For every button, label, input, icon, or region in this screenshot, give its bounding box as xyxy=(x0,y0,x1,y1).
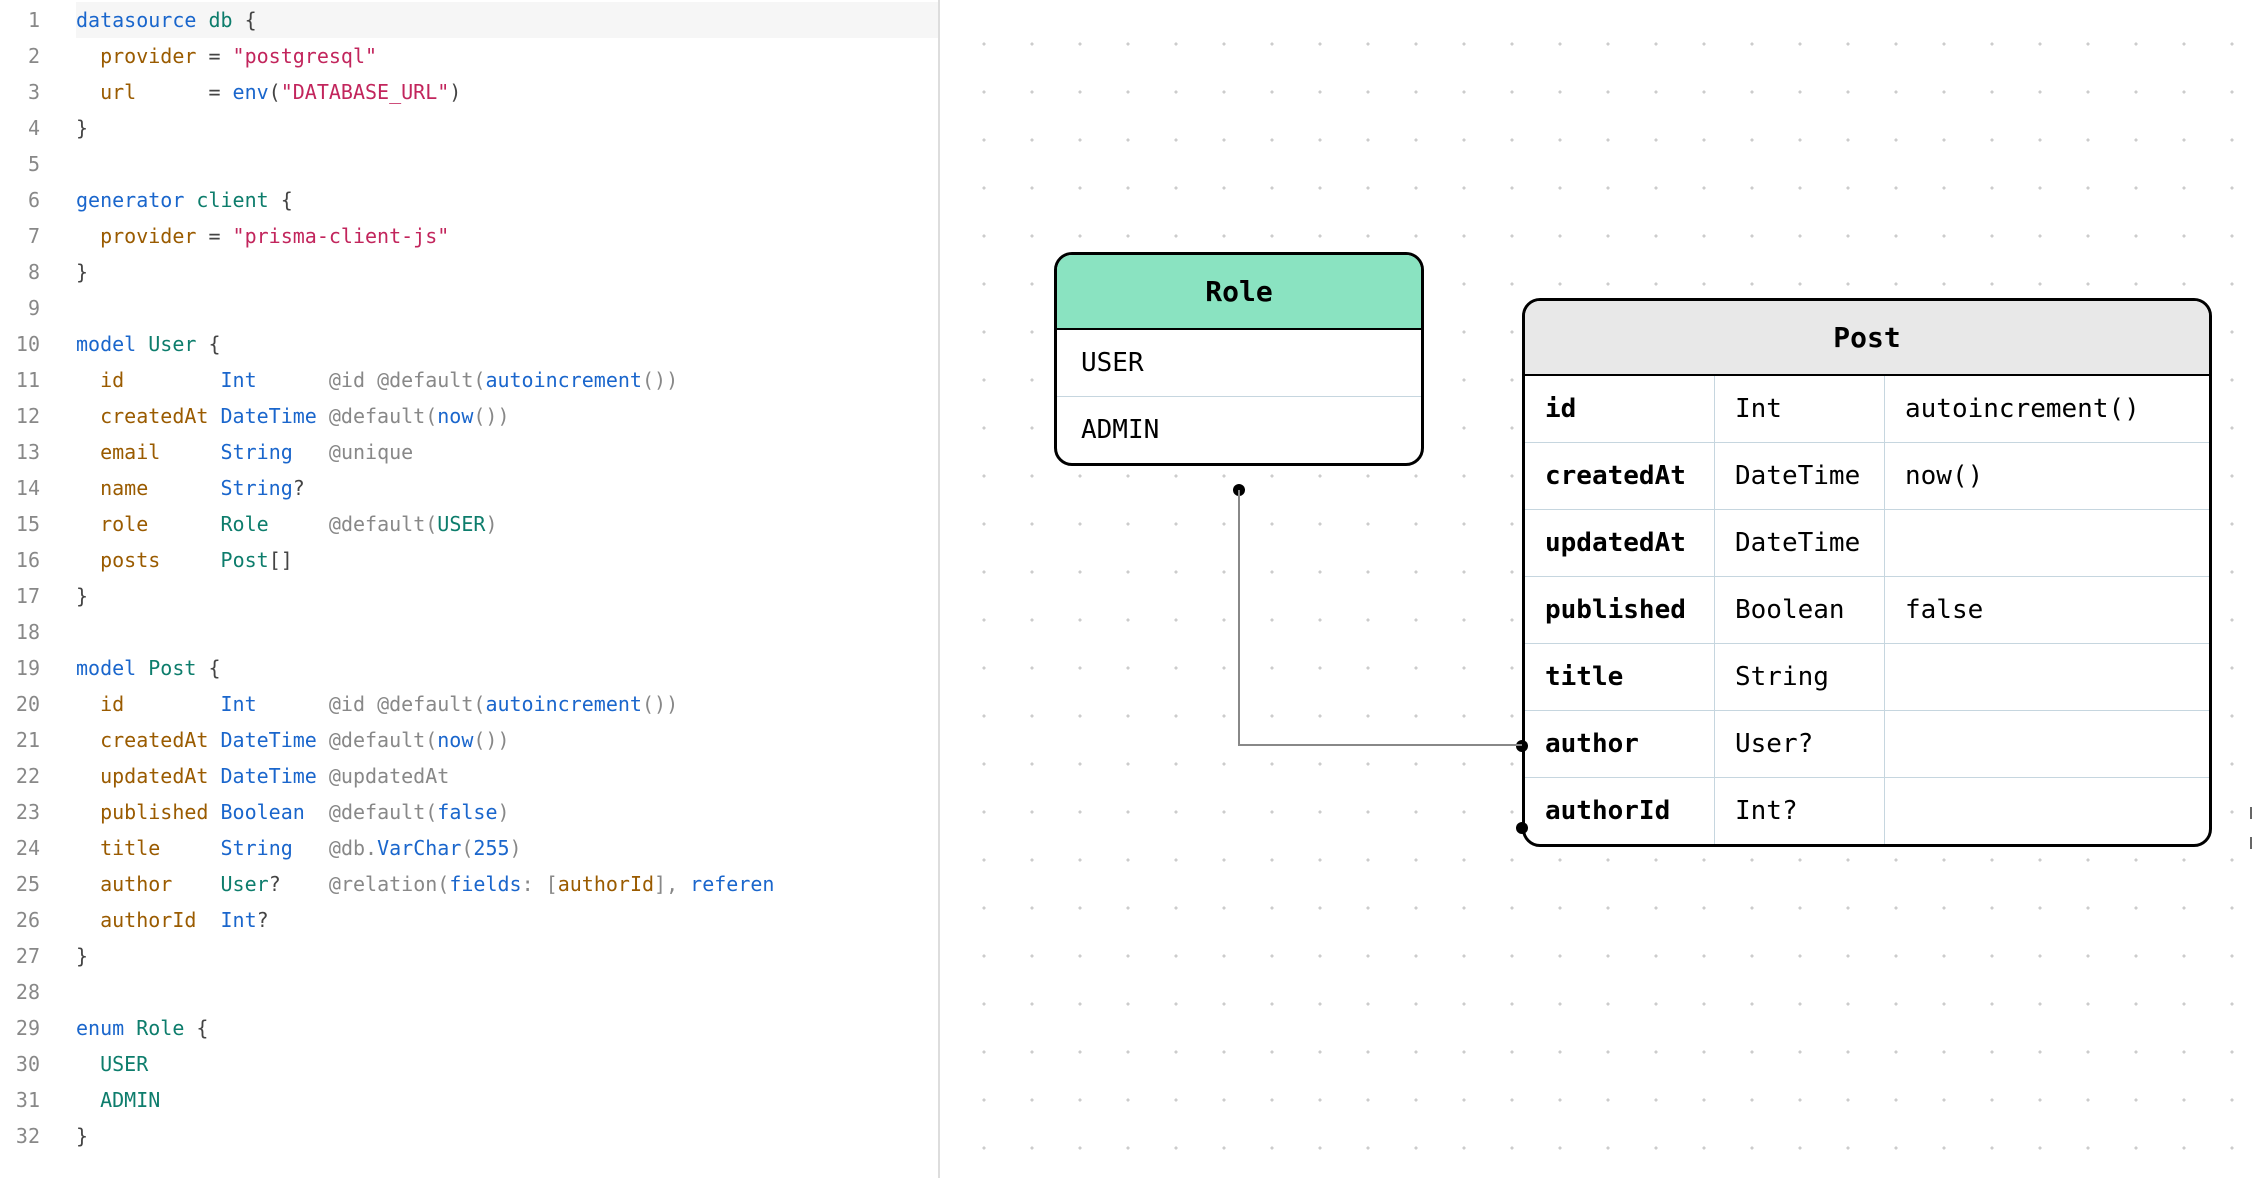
field-row: authorUser? xyxy=(1525,711,2209,778)
code-line[interactable]: ADMIN xyxy=(76,1082,938,1118)
field-row: authorIdInt? xyxy=(1525,778,2209,844)
field-name: author xyxy=(1525,711,1715,777)
field-default xyxy=(1885,778,2209,844)
code-content[interactable]: datasource db { provider = "postgresql" … xyxy=(60,0,938,1178)
code-line[interactable]: } xyxy=(76,938,938,974)
field-type: DateTime xyxy=(1715,443,1885,509)
field-name: authorId xyxy=(1525,778,1715,844)
code-line[interactable]: name String? xyxy=(76,470,938,506)
field-row: updatedAtDateTime xyxy=(1525,510,2209,577)
code-line[interactable]: posts Post[] xyxy=(76,542,938,578)
line-number-gutter: 1234567891011121314151617181920212223242… xyxy=(0,0,60,1178)
code-line[interactable]: updatedAt DateTime @updatedAt xyxy=(76,758,938,794)
code-line[interactable]: } xyxy=(76,254,938,290)
field-default xyxy=(1885,711,2209,777)
code-line[interactable]: role Role @default(USER) xyxy=(76,506,938,542)
field-row: publishedBooleanfalse xyxy=(1525,577,2209,644)
code-line[interactable] xyxy=(76,974,938,1010)
field-type: Int xyxy=(1715,376,1885,442)
field-name: id xyxy=(1525,376,1715,442)
entity-post[interactable]: Post idIntautoincrement()createdAtDateTi… xyxy=(1522,298,2212,847)
code-line[interactable]: authorId Int? xyxy=(76,902,938,938)
code-line[interactable]: provider = "prisma-client-js" xyxy=(76,218,938,254)
connector-line xyxy=(1238,744,1522,746)
field-default xyxy=(1885,644,2209,710)
schema-diagram-pane[interactable]: Role USER ADMIN Post idIntautoincrement(… xyxy=(940,0,2262,1178)
field-type: User? xyxy=(1715,711,1885,777)
enum-value: USER xyxy=(1057,330,1421,396)
code-line[interactable]: email String @unique xyxy=(76,434,938,470)
code-line[interactable] xyxy=(76,146,938,182)
code-line[interactable]: createdAt DateTime @default(now()) xyxy=(76,398,938,434)
code-line[interactable]: url = env("DATABASE_URL") xyxy=(76,74,938,110)
code-line[interactable]: generator client { xyxy=(76,182,938,218)
code-line[interactable]: } xyxy=(76,578,938,614)
code-line[interactable]: } xyxy=(76,110,938,146)
code-line[interactable]: datasource db { xyxy=(76,2,938,38)
code-line[interactable] xyxy=(76,614,938,650)
field-default xyxy=(1885,510,2209,576)
code-editor-pane[interactable]: 1234567891011121314151617181920212223242… xyxy=(0,0,940,1178)
field-type: DateTime xyxy=(1715,510,1885,576)
connector-line xyxy=(1238,490,1240,746)
field-row: idIntautoincrement() xyxy=(1525,376,2209,443)
code-line[interactable]: USER xyxy=(76,1046,938,1082)
code-line[interactable]: id Int @id @default(autoincrement()) xyxy=(76,362,938,398)
code-line[interactable]: model User { xyxy=(76,326,938,362)
field-type: Int? xyxy=(1715,778,1885,844)
connector-dot xyxy=(1516,822,1528,834)
field-type: Boolean xyxy=(1715,577,1885,643)
field-default: autoincrement() xyxy=(1885,376,2209,442)
field-default: now() xyxy=(1885,443,2209,509)
entity-role[interactable]: Role USER ADMIN xyxy=(1054,252,1424,466)
code-line[interactable]: } xyxy=(76,1118,938,1154)
field-default: false xyxy=(1885,577,2209,643)
code-line[interactable]: createdAt DateTime @default(now()) xyxy=(76,722,938,758)
code-line[interactable]: provider = "postgresql" xyxy=(76,38,938,74)
field-name: createdAt xyxy=(1525,443,1715,509)
field-type: String xyxy=(1715,644,1885,710)
resize-handle[interactable] xyxy=(2246,798,2256,858)
connector-dot xyxy=(1516,740,1528,752)
code-line[interactable] xyxy=(76,290,938,326)
field-row: titleString xyxy=(1525,644,2209,711)
enum-value-row: ADMIN xyxy=(1057,397,1421,463)
field-name: published xyxy=(1525,577,1715,643)
code-line[interactable]: enum Role { xyxy=(76,1010,938,1046)
code-line[interactable]: author User? @relation(fields: [authorId… xyxy=(76,866,938,902)
field-name: title xyxy=(1525,644,1715,710)
field-row: createdAtDateTimenow() xyxy=(1525,443,2209,510)
code-line[interactable]: published Boolean @default(false) xyxy=(76,794,938,830)
code-line[interactable]: id Int @id @default(autoincrement()) xyxy=(76,686,938,722)
code-line[interactable]: title String @db.VarChar(255) xyxy=(76,830,938,866)
enum-value: ADMIN xyxy=(1057,397,1421,463)
enum-value-row: USER xyxy=(1057,330,1421,397)
entity-post-header: Post xyxy=(1525,301,2209,376)
entity-role-header: Role xyxy=(1057,255,1421,330)
code-line[interactable]: model Post { xyxy=(76,650,938,686)
field-name: updatedAt xyxy=(1525,510,1715,576)
